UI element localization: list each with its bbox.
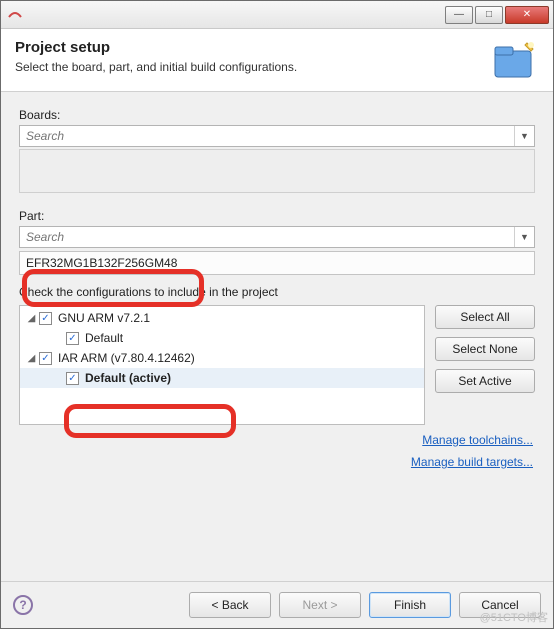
titlebar: — □ ✕ bbox=[1, 1, 553, 29]
help-icon[interactable]: ? bbox=[13, 595, 33, 615]
boards-label: Boards: bbox=[19, 108, 535, 122]
part-dropdown-icon[interactable]: ▼ bbox=[514, 227, 534, 247]
tree-node-iar-default-active[interactable]: ✓ Default (active) bbox=[20, 368, 424, 388]
boards-search[interactable]: ▼ bbox=[19, 125, 535, 147]
checkbox-icon[interactable]: ✓ bbox=[66, 372, 79, 385]
part-value[interactable]: EFR32MG1B132F256GM48 bbox=[19, 251, 535, 275]
minimize-button[interactable]: — bbox=[445, 6, 473, 24]
next-button: Next > bbox=[279, 592, 361, 618]
checkbox-icon[interactable]: ✓ bbox=[66, 332, 79, 345]
set-active-button[interactable]: Set Active bbox=[435, 369, 535, 393]
config-tree[interactable]: ◢ ✓ GNU ARM v7.2.1 ✓ Default ◢ ✓ IAR ARM… bbox=[19, 305, 425, 425]
caret-down-icon[interactable]: ◢ bbox=[26, 313, 37, 324]
maximize-button[interactable]: □ bbox=[475, 6, 503, 24]
caret-down-icon[interactable]: ◢ bbox=[26, 353, 37, 364]
content-area: Boards: ▼ Part: ▼ EFR32MG1B132F256GM48 C… bbox=[1, 92, 553, 581]
dialog-footer: ? < Back Next > Finish Cancel bbox=[1, 581, 553, 628]
finish-button[interactable]: Finish bbox=[369, 592, 451, 618]
watermark: @51CTO博客 bbox=[480, 609, 548, 625]
window-controls: — □ ✕ bbox=[445, 6, 553, 24]
part-search-input[interactable] bbox=[20, 227, 514, 247]
close-button[interactable]: ✕ bbox=[505, 6, 549, 24]
part-search[interactable]: ▼ bbox=[19, 226, 535, 248]
tree-label: Default bbox=[85, 331, 123, 345]
boards-search-input[interactable] bbox=[20, 126, 514, 146]
page-subtitle: Select the board, part, and initial buil… bbox=[15, 60, 491, 74]
config-hint: Check the configurations to include in t… bbox=[19, 285, 535, 299]
dialog-header: Project setup Select the board, part, an… bbox=[1, 29, 553, 92]
tree-node-gnu-arm[interactable]: ◢ ✓ GNU ARM v7.2.1 bbox=[20, 308, 424, 328]
checkbox-icon[interactable]: ✓ bbox=[39, 312, 52, 325]
select-all-button[interactable]: Select All bbox=[435, 305, 535, 329]
manage-build-targets-link[interactable]: Manage build targets... bbox=[19, 455, 533, 469]
page-title: Project setup bbox=[15, 39, 491, 56]
tree-node-gnu-default[interactable]: ✓ Default bbox=[20, 328, 424, 348]
boards-dropdown-icon[interactable]: ▼ bbox=[514, 126, 534, 146]
part-label: Part: bbox=[19, 209, 535, 223]
select-none-button[interactable]: Select None bbox=[435, 337, 535, 361]
project-icon bbox=[491, 39, 539, 81]
app-icon bbox=[7, 7, 23, 23]
tree-node-iar-arm[interactable]: ◢ ✓ IAR ARM (v7.80.4.12462) bbox=[20, 348, 424, 368]
boards-list[interactable] bbox=[19, 149, 535, 193]
manage-toolchains-link[interactable]: Manage toolchains... bbox=[19, 433, 533, 447]
tree-label: IAR ARM (v7.80.4.12462) bbox=[58, 351, 195, 365]
dialog-window: — □ ✕ Project setup Select the board, pa… bbox=[0, 0, 554, 629]
back-button[interactable]: < Back bbox=[189, 592, 271, 618]
checkbox-icon[interactable]: ✓ bbox=[39, 352, 52, 365]
tree-label: Default (active) bbox=[85, 371, 171, 385]
tree-label: GNU ARM v7.2.1 bbox=[58, 311, 150, 325]
